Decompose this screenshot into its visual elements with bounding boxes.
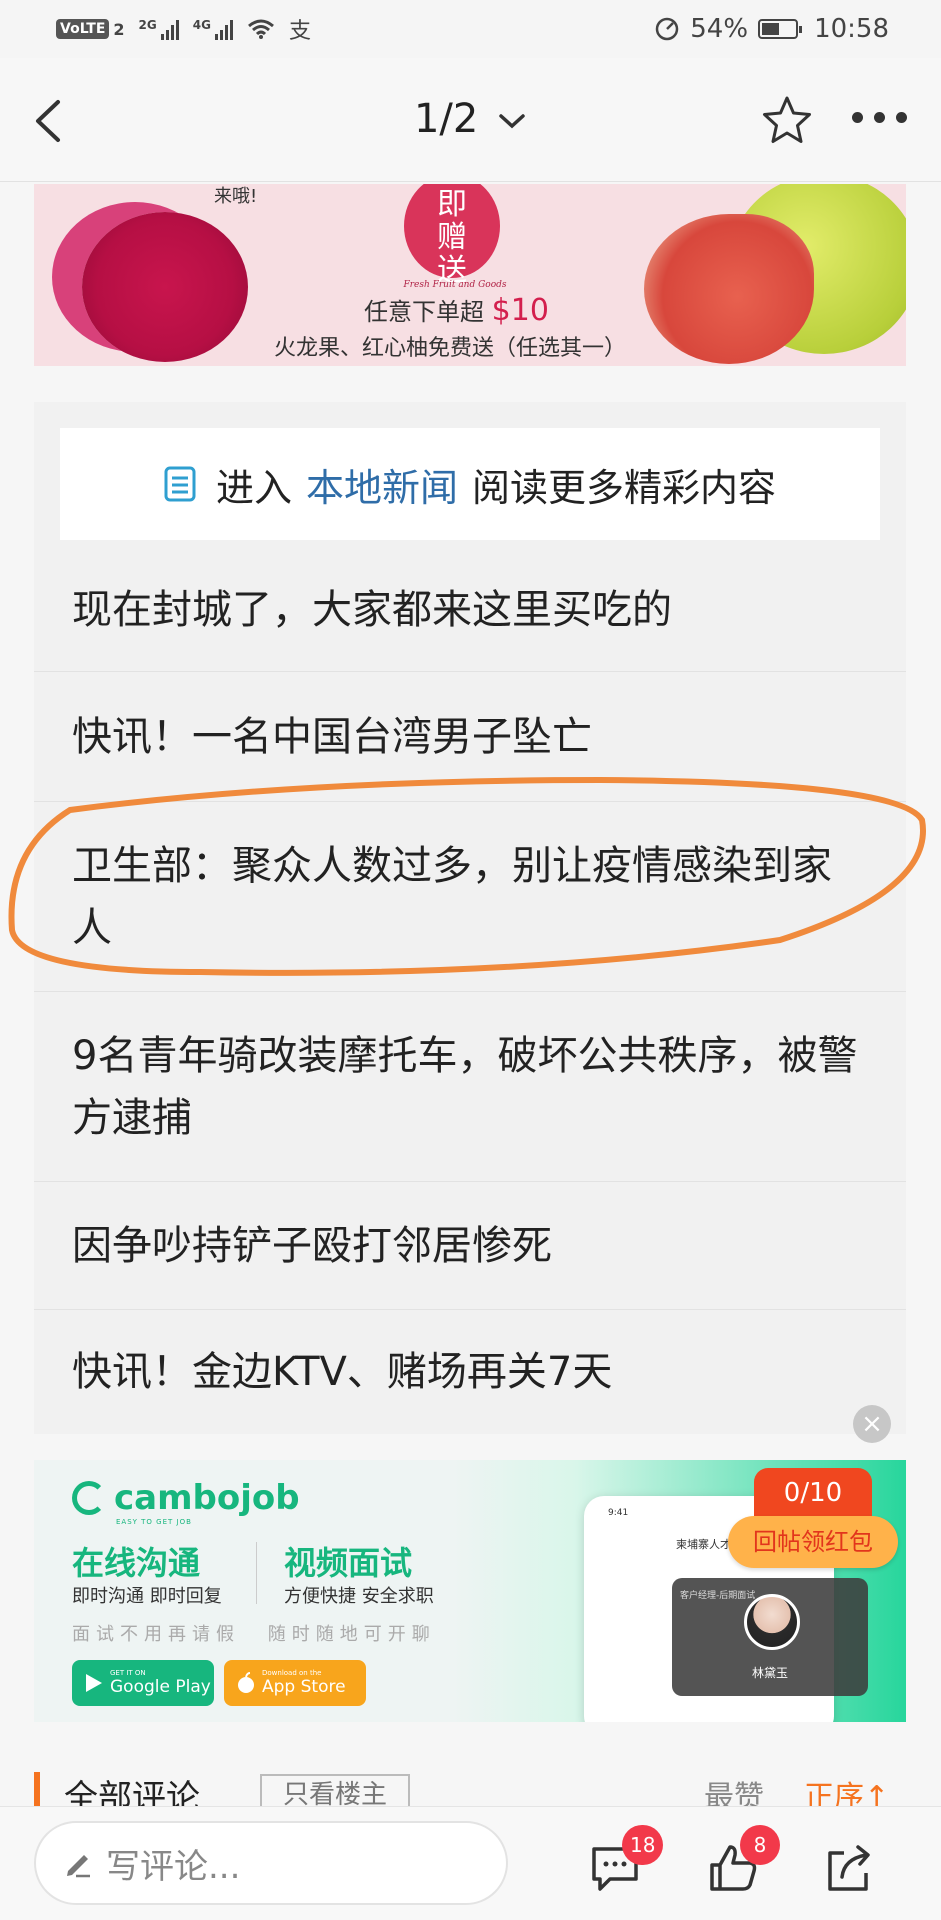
related-news-card: 进入 本地新闻 阅读更多精彩内容 现在封城了，大家都来这里买吃的 快讯！一名中国…	[34, 402, 906, 1434]
battery-icon	[758, 19, 803, 39]
alipay-icon: 支	[288, 19, 311, 44]
google-play-button[interactable]: GET IT ON Google Play	[72, 1660, 214, 1706]
google-small: GET IT ON	[110, 1669, 146, 1677]
close-ad-icon[interactable]: ×	[853, 1405, 891, 1443]
video-interview-card: 客户经理-后期面试 林黛玉	[672, 1578, 868, 1696]
banner-subtitle: Fresh Fruit and Goods	[403, 280, 507, 290]
news-item[interactable]: 卫生部：聚众人数过多，别让疫情感染到家人	[34, 802, 906, 992]
signal-icon-2: 4G	[193, 18, 233, 40]
news-title: 快讯！一名中国台湾男子坠亡	[72, 713, 592, 760]
comment-placeholder: 写评论...	[106, 1846, 241, 1887]
news-title: 快讯！金边KTV、赌场再关7天	[72, 1349, 613, 1395]
logo-mark	[72, 1481, 106, 1515]
ad-divider	[256, 1542, 257, 1604]
local-news-link[interactable]: 本地新闻	[306, 457, 458, 512]
news-item[interactable]: 快讯！一名中国台湾男子坠亡	[34, 672, 906, 802]
comments-title: 全部评论	[64, 1778, 200, 1810]
google-label: Google Play	[110, 1677, 211, 1697]
promo-suffix: 阅读更多精彩内容	[472, 465, 777, 510]
ad-faint-text: 面试不用再请假 随时随地可开聊	[72, 1620, 436, 1646]
app-store-button[interactable]: Download on the App Store	[224, 1660, 366, 1706]
nav-bar: 1/2	[0, 58, 941, 182]
network-type: 2G	[138, 18, 157, 32]
news-item[interactable]: 快讯！金边KTV、赌场再关7天	[34, 1310, 906, 1434]
promo-prefix: 进入	[215, 465, 292, 510]
comment-input[interactable]: 写评论...	[34, 1821, 508, 1905]
apple-icon	[238, 1672, 254, 1693]
cambojob-logo: cambojob	[72, 1478, 300, 1518]
star-icon[interactable]	[760, 94, 814, 148]
status-left: VoLTE 2 2G 4G 支	[56, 13, 311, 45]
brand-tagline: EASY TO GET JOB	[116, 1518, 192, 1526]
faint-text-2: 随时随地可开聊	[267, 1624, 436, 1645]
banner-offer-line: 火龙果、红心柚免费送（任选其一）	[274, 336, 627, 361]
phone-time: 9:41	[608, 1508, 629, 1518]
clock: 10:58	[814, 14, 889, 44]
cambojob-ad-banner[interactable]: cambojob EASY TO GET JOB 在线沟通 即时沟通 即时回复 …	[34, 1460, 906, 1722]
news-item[interactable]: 因争吵持铲子殴打邻居惨死	[34, 1182, 906, 1310]
chevron-down-icon	[499, 114, 525, 129]
video-person-name: 林黛玉	[751, 1666, 788, 1680]
gift-seal: 即 赠 送	[404, 184, 500, 287]
brand-name: cambojob	[114, 1478, 300, 1518]
faint-text-1: 面试不用再请假	[72, 1624, 240, 1645]
status-bar: VoLTE 2 2G 4G 支 54% 10:58	[0, 0, 941, 58]
comment-count-badge: 18	[622, 1825, 664, 1865]
battery-fill	[762, 23, 780, 35]
video-tag: 客户经理-后期面试	[680, 1591, 756, 1601]
ad-headline-2: 视频面试	[284, 1544, 413, 1582]
avatar	[744, 1594, 800, 1650]
status-right: 54% 10:58	[654, 14, 889, 44]
ad-sub-1: 即时沟通 即时回复	[72, 1586, 222, 1607]
pen-icon	[67, 1855, 90, 1878]
share-icon	[828, 1845, 870, 1891]
news-title: 9名青年骑改装摩托车，破坏公共秩序，被警方逮捕	[72, 1032, 858, 1141]
volte-badge: VoLTE	[56, 19, 110, 39]
banner-corner-text: 来哦!	[214, 186, 258, 207]
network-type-2: 4G	[192, 18, 211, 32]
offer-prefix: 任意下单超	[364, 298, 484, 326]
news-item[interactable]: 9名青年骑改装摩托车，破坏公共秩序，被警方逮捕	[34, 992, 906, 1182]
comments-button[interactable]: 18	[588, 1825, 664, 1893]
section-marker	[34, 1772, 40, 1808]
offer-amount: $10	[491, 293, 549, 328]
author-only-filter[interactable]: 只看楼主	[260, 1774, 410, 1810]
news-title: 因争吵持铲子殴打邻居惨死	[72, 1222, 552, 1269]
grapefruit-image	[644, 214, 814, 364]
comments-header: 全部评论 只看楼主 最赞 正序↑	[34, 1770, 906, 1810]
play-store-icon	[86, 1674, 102, 1692]
signal-icon: 2G	[139, 18, 179, 40]
sort-order[interactable]: 正序↑	[804, 1772, 889, 1810]
reply-reward-button[interactable]: 回帖领红包	[728, 1516, 898, 1568]
wifi-icon	[247, 19, 274, 39]
dragon-fruit-image	[82, 212, 248, 362]
like-count-badge: 8	[740, 1825, 780, 1865]
news-item[interactable]: 现在封城了，大家都来这里买吃的	[34, 548, 906, 672]
sort-top[interactable]: 最赞	[704, 1772, 764, 1810]
like-button[interactable]: 8	[706, 1825, 780, 1893]
apple-label: App Store	[262, 1677, 346, 1697]
news-title: 卫生部：聚众人数过多，别让疫情感染到家人	[72, 842, 832, 951]
battery-percent: 54%	[690, 14, 749, 44]
share-button[interactable]	[822, 1843, 876, 1893]
more-menu-icon[interactable]	[852, 112, 912, 128]
banner-offer: 任意下单超 $10	[364, 292, 549, 328]
speed-icon	[656, 17, 679, 41]
fruit-promo-banner[interactable]: 来哦! 即 赠 送 Fresh Fruit and Goods 任意下单超 $1…	[34, 184, 906, 366]
bottom-action-bar: 写评论... 18 8	[0, 1806, 941, 1920]
page-indicator-text: 1/2	[413, 96, 479, 142]
local-news-promo[interactable]: 进入 本地新闻 阅读更多精彩内容	[60, 428, 880, 540]
sim-slot: 2	[113, 19, 125, 39]
ad-sub-2: 方便快捷 安全求职	[284, 1586, 434, 1607]
ad-headline-1: 在线沟通	[72, 1544, 201, 1582]
apple-small: Download on the	[262, 1669, 322, 1677]
reward-counter: 0/10	[754, 1468, 872, 1518]
news-title: 现在封城了，大家都来这里买吃的	[72, 586, 672, 633]
document-icon	[164, 466, 196, 502]
